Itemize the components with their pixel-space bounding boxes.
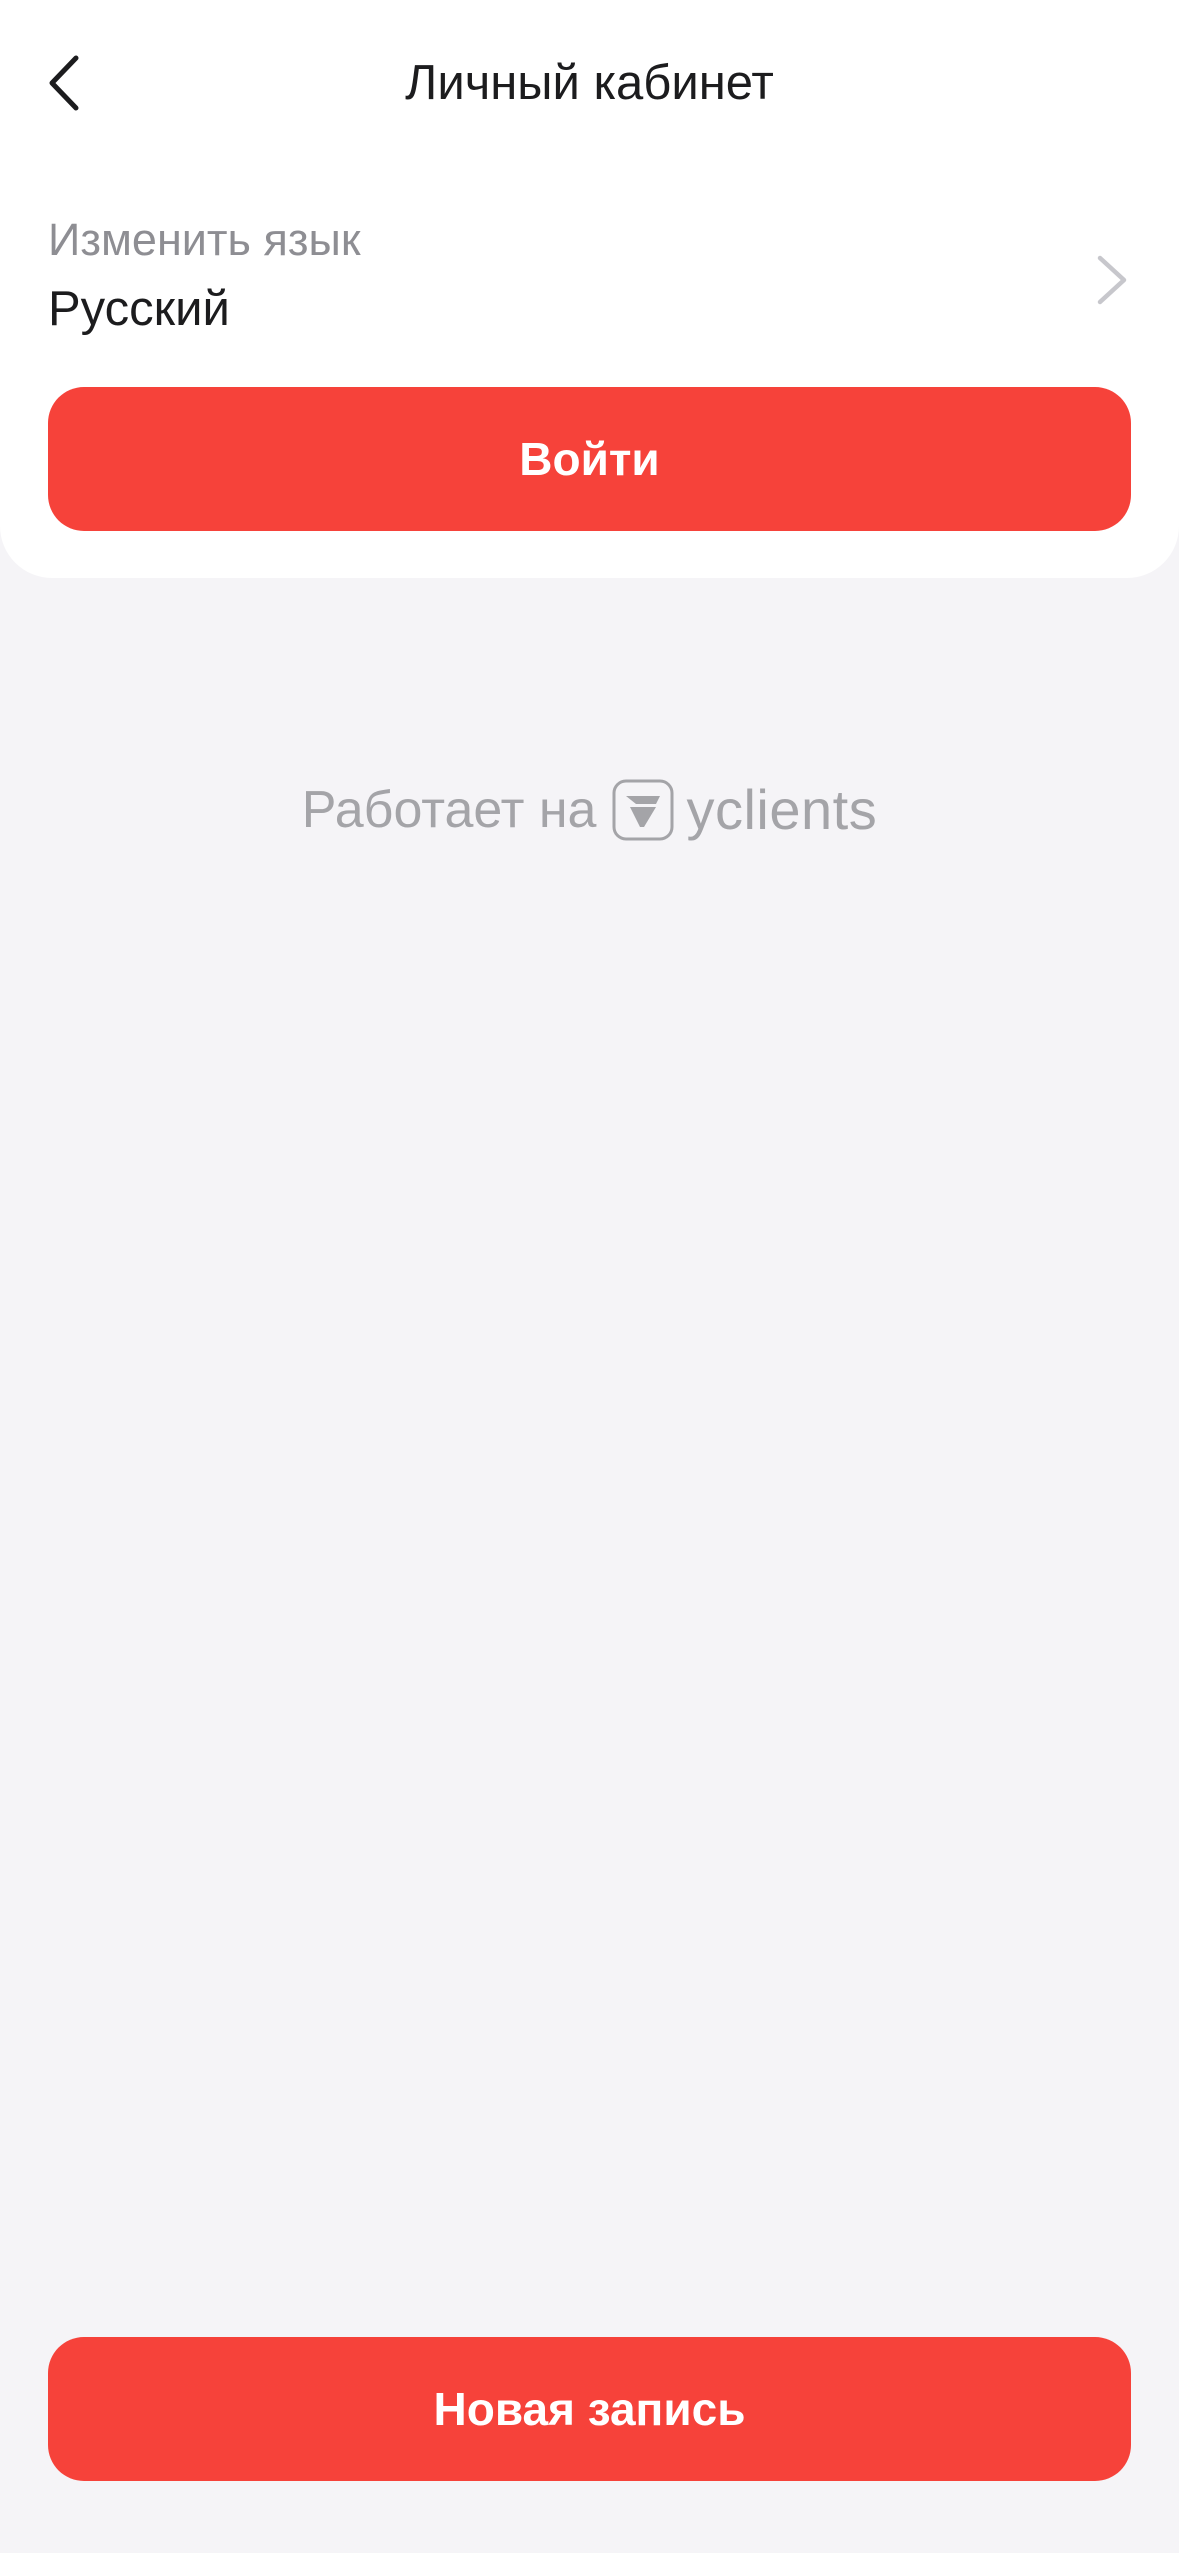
new-booking-button[interactable]: Новая запись: [48, 2337, 1131, 2481]
nav-bar: Личный кабинет: [0, 0, 1179, 170]
page-title: Личный кабинет: [405, 56, 774, 110]
chevron-right-icon: [1097, 255, 1127, 305]
top-card: Личный кабинет Изменить язык Русский Вой…: [0, 0, 1179, 578]
change-language-row[interactable]: Изменить язык Русский: [0, 200, 1179, 360]
login-button[interactable]: Войти: [48, 387, 1131, 531]
brand-name: yclients: [686, 778, 878, 841]
powered-by-text: Работает на: [301, 781, 597, 839]
current-language-value: Русский: [48, 282, 230, 336]
change-language-label: Изменить язык: [48, 214, 361, 265]
powered-by: Работает на yclients: [0, 770, 1179, 850]
yclients-logo-icon: [612, 779, 674, 841]
